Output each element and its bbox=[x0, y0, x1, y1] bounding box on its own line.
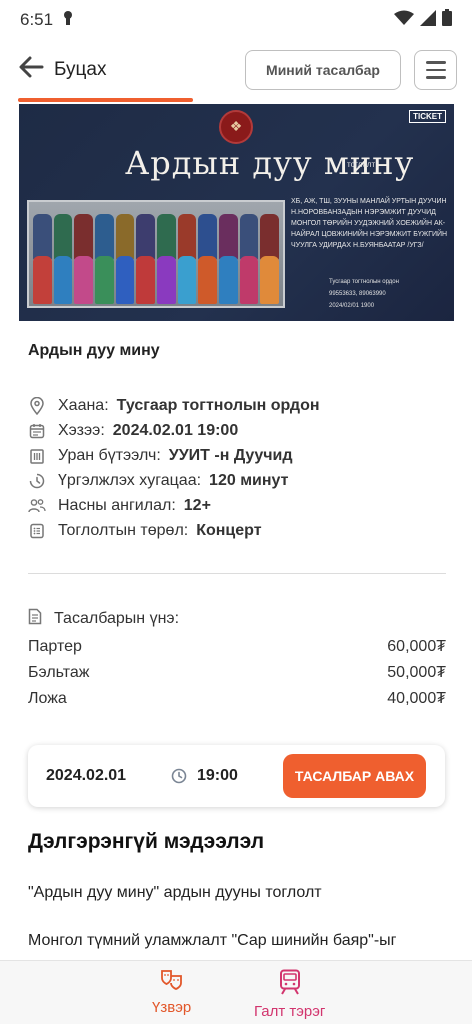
back-label: Буцах bbox=[54, 59, 107, 80]
train-icon bbox=[279, 969, 301, 999]
banner-date: 2024/02/01 1900 bbox=[329, 303, 375, 309]
info-date: Хэзээ: 2024.02.01 19:00 bbox=[28, 418, 320, 443]
booking-card: 2024.02.01 19:00 ТАСАЛБАР АВАХ bbox=[28, 745, 445, 807]
price-name: Партер bbox=[28, 638, 82, 655]
document-icon bbox=[28, 608, 42, 630]
artist-value: УУИТ -н Дуучид bbox=[168, 446, 293, 464]
ticket-logo: TICKET bbox=[409, 110, 446, 123]
hamburger-menu-button[interactable] bbox=[414, 50, 457, 90]
details-paragraph: Монгол түмний уламжлалт "Сар шинийн баяр… bbox=[28, 932, 397, 949]
duration-label: Үргэлжлэх хугацаа: bbox=[58, 471, 202, 489]
theater-masks-icon bbox=[160, 969, 184, 995]
artist-label: Уран бүтээлч: bbox=[58, 446, 161, 464]
photo-back-row bbox=[33, 214, 280, 260]
booking-time: 19:00 bbox=[197, 767, 238, 784]
location-pin-icon bbox=[28, 396, 46, 415]
menu-bar bbox=[425, 68, 446, 72]
info-duration: Үргэлжлэх хугацаа: 120 минут bbox=[28, 468, 320, 493]
event-banner-image: TICKET ❖ Ардын дуу мину тоглолт ХБ, АЖ, … bbox=[19, 104, 454, 321]
age-value: 12+ bbox=[183, 496, 211, 514]
arrow-left-icon bbox=[18, 56, 44, 84]
booking-date: 2024.02.01 bbox=[46, 767, 127, 784]
header-accent-line bbox=[18, 98, 193, 102]
calendar-icon bbox=[28, 422, 46, 440]
price-value: 50,000₮ bbox=[387, 664, 446, 681]
keyhole-icon bbox=[63, 10, 73, 31]
signal-icon bbox=[420, 9, 436, 31]
age-label: Насны ангилал: bbox=[58, 496, 176, 514]
info-age: Насны ангилал: 12+ bbox=[28, 493, 320, 518]
price-list: Партер 60,000₮ Бэльтаж 50,000₮ Ложа 40,0… bbox=[28, 634, 446, 712]
banner-info: Тусгаар тогтнолын ордон 99553633, 890639… bbox=[329, 276, 399, 312]
back-button[interactable]: Буцах bbox=[18, 56, 107, 84]
bottom-navigation: Үзвэр Галт тэрэг bbox=[0, 960, 472, 1024]
nav-item-shows[interactable]: Үзвэр bbox=[152, 969, 191, 1016]
info-type: Тоглолтын төрөл: Концерт bbox=[28, 518, 320, 543]
menu-bar bbox=[425, 61, 446, 64]
nav-label-train: Галт тэрэг bbox=[254, 1003, 326, 1020]
venue-value: Тусгаар тогтнолын ордон bbox=[116, 396, 320, 414]
event-info-list: Хаана: Тусгаар тогтнолын ордон Хэзээ: 20… bbox=[28, 393, 320, 543]
menu-bar bbox=[425, 76, 446, 79]
info-venue: Хаана: Тусгаар тогтнолын ордон bbox=[28, 393, 320, 418]
status-bar: 6:51 bbox=[0, 0, 472, 40]
clock-icon bbox=[171, 768, 187, 784]
price-row: Бэльтаж 50,000₮ bbox=[28, 660, 446, 686]
date-value: 2024.02.01 19:00 bbox=[112, 421, 239, 439]
price-name: Бэльтаж bbox=[28, 664, 90, 681]
price-heading: Тасалбарын үнэ: bbox=[28, 608, 179, 630]
price-name: Ложа bbox=[28, 690, 67, 707]
price-value: 40,000₮ bbox=[387, 690, 446, 707]
nav-item-train[interactable]: Галт тэрэг bbox=[254, 969, 325, 1020]
section-divider bbox=[28, 573, 446, 574]
emblem-icon: ❖ bbox=[219, 110, 253, 144]
people-icon bbox=[28, 497, 46, 515]
duration-icon bbox=[28, 472, 46, 490]
banner-subtitle: тоглолт bbox=[347, 160, 376, 169]
banner-description: ХБ, АЖ, ТШ, ЗУУНЫ МАНЛАЙ УРТЫН ДУУЧИН Н.… bbox=[291, 198, 448, 249]
details-title: Дэлгэрэнгүй мэдээлэл bbox=[28, 830, 265, 853]
status-time: 6:51 bbox=[20, 10, 54, 29]
type-value: Концерт bbox=[196, 521, 262, 539]
wifi-icon bbox=[394, 10, 414, 31]
date-label: Хэзээ: bbox=[58, 421, 105, 439]
list-icon bbox=[28, 522, 46, 540]
info-artist: Уран бүтээлч: УУИТ -н Дуучид bbox=[28, 443, 320, 468]
price-value: 60,000₮ bbox=[387, 638, 446, 655]
app-header: Буцах Миний тасалбар bbox=[0, 44, 472, 96]
buy-ticket-button[interactable]: ТАСАЛБАР АВАХ bbox=[283, 754, 426, 798]
price-row: Партер 60,000₮ bbox=[28, 634, 446, 660]
banner-venue: Тусгаар тогтнолын ордон bbox=[329, 279, 399, 285]
battery-icon bbox=[442, 9, 452, 31]
group-photo bbox=[27, 200, 285, 308]
price-row: Ложа 40,000₮ bbox=[28, 686, 446, 712]
my-tickets-button[interactable]: Миний тасалбар bbox=[245, 50, 401, 90]
type-label: Тоглолтын төрөл: bbox=[58, 521, 189, 539]
price-heading-label: Тасалбарын үнэ: bbox=[54, 610, 180, 627]
building-icon bbox=[28, 447, 46, 465]
venue-label: Хаана: bbox=[58, 396, 109, 414]
details-paragraph: "Ардын дуу мину" ардын дууны тоглолт bbox=[28, 884, 322, 901]
event-title: Ардын дуу мину bbox=[28, 342, 160, 359]
photo-front-row bbox=[33, 256, 280, 304]
nav-label-shows: Үзвэр bbox=[152, 999, 192, 1016]
duration-value: 120 минут bbox=[209, 471, 289, 489]
banner-phone: 99553633, 89063990 bbox=[329, 291, 386, 297]
